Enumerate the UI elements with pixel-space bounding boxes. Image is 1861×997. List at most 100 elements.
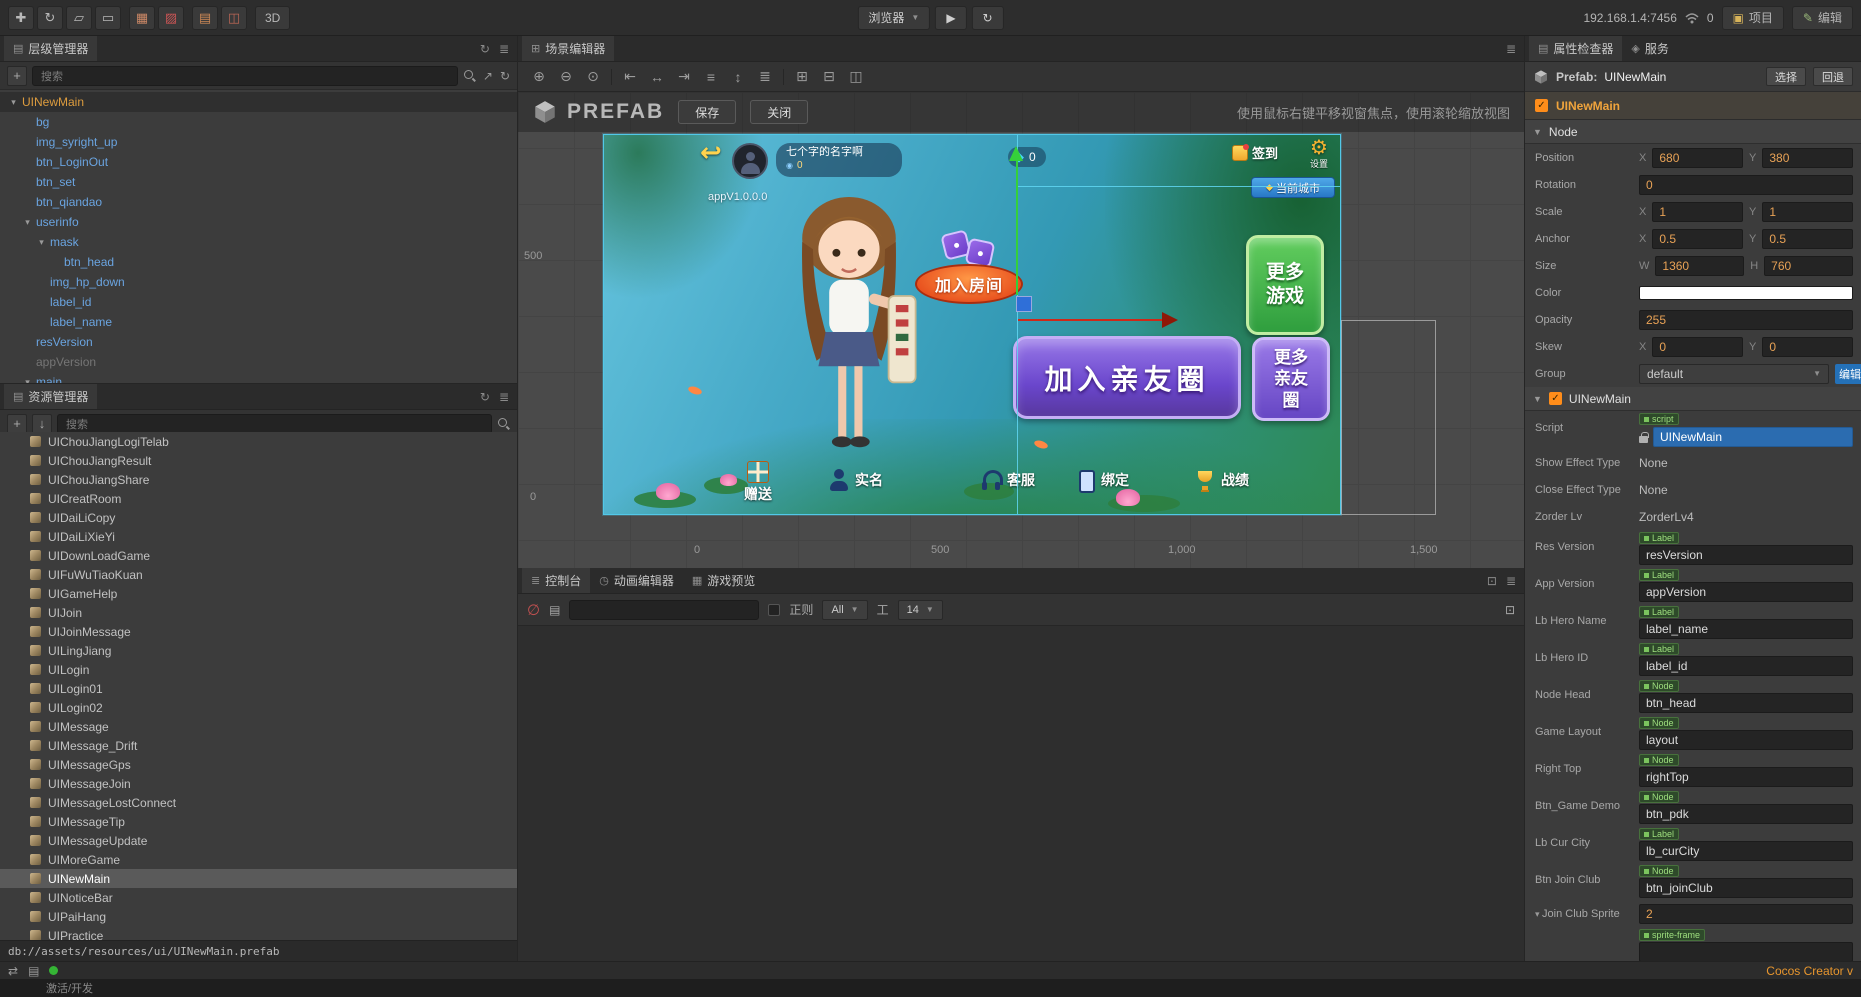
asset-item-UILogin[interactable]: UILogin (0, 660, 517, 679)
menu-item-gift[interactable]: 赠送 (744, 461, 772, 504)
hierarchy-node-userinfo[interactable]: ▾ userinfo (0, 212, 517, 232)
node-active-checkbox[interactable]: ✓ (1535, 99, 1548, 112)
panel-menu-icon[interactable]: ≣ (1506, 574, 1516, 588)
number-input[interactable]: 255 (1639, 309, 1853, 330)
ref-field[interactable]: label_id (1639, 656, 1853, 676)
collapse-arrow-icon[interactable]: ▼ (1533, 127, 1542, 137)
panel-menu-icon[interactable]: ≣ (499, 42, 509, 56)
asset-item-UINoticeBar[interactable]: UINoticeBar (0, 888, 517, 907)
more-games-button[interactable]: 更多游戏 (1246, 235, 1324, 335)
number-input[interactable]: 0 (1652, 336, 1743, 357)
toolbar-plugin-icon-1[interactable]: ▦ (129, 5, 155, 30)
rotate-tool-button[interactable]: ↻ (37, 5, 63, 30)
log-file-icon[interactable]: ▤ (549, 603, 560, 617)
asset-item-UILogin02[interactable]: UILogin02 (0, 698, 517, 717)
save-prefab-button[interactable]: 保存 (678, 100, 737, 124)
tab-animation-editor[interactable]: ◷ 动画编辑器 (590, 568, 683, 593)
settings-button[interactable]: ⚙ 设置 (1302, 137, 1336, 170)
search-icon[interactable] (463, 69, 476, 82)
menu-item-bind[interactable]: 绑定 (1074, 469, 1129, 493)
font-size-select[interactable]: 14 ▼ (897, 599, 943, 620)
regex-checkbox[interactable] (768, 603, 781, 616)
hierarchy-node-main[interactable]: ▾ main (0, 372, 517, 383)
hierarchy-node-label_id[interactable]: label_id (0, 292, 517, 312)
asset-item-UIMoreGame[interactable]: UIMoreGame (0, 850, 517, 869)
current-city-banner[interactable]: ◆ 当前城市 (1251, 177, 1335, 198)
script-ref-field[interactable]: UINewMain (1653, 427, 1853, 447)
asset-item-UIMessageGps[interactable]: UIMessageGps (0, 755, 517, 774)
prefab-select-button[interactable]: 选择 (1766, 67, 1806, 86)
hierarchy-node-img_hp_down[interactable]: img_hp_down (0, 272, 517, 292)
menu-item-service[interactable]: 客服 (980, 469, 1035, 491)
gizmo-y-arrowhead[interactable] (1009, 146, 1023, 161)
group-edit-button[interactable]: 编辑 (1835, 363, 1861, 384)
tab-hierarchy[interactable]: ▤ 层级管理器 (4, 36, 98, 61)
game-preview-canvas[interactable]: ↩ 七个字的名字啊 ◉ 0 appV1.0.0.0 ◆ 0 签到 ⚙ 设置 ◆ … (603, 134, 1341, 515)
asset-item-UIMessageJoin[interactable]: UIMessageJoin (0, 774, 517, 793)
asset-item-UIChouJiangLogiTelab[interactable]: UIChouJiangLogiTelab (0, 432, 517, 451)
number-input[interactable]: 1 (1652, 201, 1743, 222)
number-input[interactable]: 760 (1764, 255, 1853, 276)
number-input[interactable]: 680 (1652, 147, 1743, 168)
ref-field[interactable]: appVersion (1639, 582, 1853, 602)
expand-arrow-icon[interactable]: ▾ (36, 237, 47, 248)
more-club-button[interactable]: 更多亲友圈 (1252, 337, 1330, 421)
array-size-input[interactable]: 2 (1639, 903, 1853, 924)
asset-item-UIJoinMessage[interactable]: UIJoinMessage (0, 622, 517, 641)
asset-item-UILogin01[interactable]: UILogin01 (0, 679, 517, 698)
console-output[interactable] (518, 626, 1524, 961)
asset-item-UIDaiLiXieYi[interactable]: UIDaiLiXieYi (0, 527, 517, 546)
number-input[interactable]: 380 (1762, 147, 1853, 168)
asset-item-UINewMain[interactable]: UINewMain (0, 869, 517, 888)
hierarchy-node-btn_head[interactable]: btn_head (0, 252, 517, 272)
asset-item-UIMessageUpdate[interactable]: UIMessageUpdate (0, 831, 517, 850)
assets-search-input[interactable]: 搜索 (57, 413, 492, 434)
3d-toggle-button[interactable]: 3D (255, 5, 291, 30)
preview-target-select[interactable]: 浏览器 ▼ (857, 5, 931, 30)
asset-item-UIFuWuTiaoKuan[interactable]: UIFuWuTiaoKuan (0, 565, 517, 584)
asset-item-UIMessage[interactable]: UIMessage (0, 717, 517, 736)
collapse-arrow-icon[interactable]: ▼ (1533, 394, 1542, 404)
panel-menu-icon[interactable]: ≣ (1506, 42, 1516, 56)
panel-expand-icon[interactable]: ⊡ (1487, 574, 1497, 588)
ref-field[interactable]: lb_curCity (1639, 841, 1853, 861)
asset-item-UIPractice[interactable]: UIPractice (0, 926, 517, 940)
console-filter-input[interactable] (569, 599, 760, 620)
gizmo-y-axis[interactable] (1016, 161, 1018, 295)
menu-item-realname[interactable]: 实名 (828, 469, 883, 491)
zoom-reset-icon[interactable]: ⊙ (584, 68, 602, 85)
asset-item-UIChouJiangShare[interactable]: UIChouJiangShare (0, 470, 517, 489)
tab-inspector[interactable]: ▤ 属性检查器 (1529, 36, 1623, 61)
back-button[interactable]: ↩ (700, 139, 722, 165)
ref-field[interactable]: layout (1639, 730, 1853, 750)
distribute-horizontal-icon[interactable]: ⊞ (793, 68, 811, 85)
number-input[interactable]: 1360 (1655, 255, 1745, 276)
hierarchy-node-mask[interactable]: ▾ mask (0, 232, 517, 252)
asset-item-UILingJiang[interactable]: UILingJiang (0, 641, 517, 660)
project-button[interactable]: ▣ 项目 (1721, 5, 1784, 30)
node-section-header[interactable]: ▼ Node (1525, 120, 1861, 144)
hierarchy-node-btn_LoginOut[interactable]: btn_LoginOut (0, 152, 517, 172)
ref-field[interactable]: btn_joinClub (1639, 878, 1853, 898)
refresh-icon[interactable]: ↻ (500, 69, 510, 83)
ref-field[interactable] (1639, 942, 1853, 961)
join-club-button[interactable]: 加入亲友圈 (1013, 336, 1241, 419)
hierarchy-node-UINewMain[interactable]: ▾ UINewMain (0, 92, 517, 112)
group-select[interactable]: default ▼ (1639, 363, 1829, 384)
toolbar-plugin-icon-3[interactable]: ▤ (192, 5, 218, 30)
tab-scene-editor[interactable]: ⊞ 场景编辑器 (522, 36, 615, 61)
color-swatch[interactable] (1639, 285, 1853, 300)
hierarchy-node-resVersion[interactable]: resVersion (0, 332, 517, 352)
align-top-icon[interactable]: ≡ (702, 69, 720, 85)
scale-tool-button[interactable]: ▱ (66, 5, 92, 30)
asset-item-UIDownLoadGame[interactable]: UIDownLoadGame (0, 546, 517, 565)
tab-console[interactable]: ≣ 控制台 (522, 568, 591, 593)
add-node-button[interactable]: + (7, 65, 27, 86)
sort-assets-icon[interactable]: ↓ (32, 413, 52, 434)
asset-item-UIJoin[interactable]: UIJoin (0, 603, 517, 622)
menu-item-records[interactable]: 战绩 (1194, 469, 1249, 491)
distribute-vertical-icon[interactable]: ⊟ (820, 68, 838, 85)
number-input[interactable]: 0.5 (1652, 228, 1743, 249)
move-tool-button[interactable]: ✚ (8, 5, 34, 30)
tab-assets[interactable]: ▤ 资源管理器 (4, 384, 98, 409)
